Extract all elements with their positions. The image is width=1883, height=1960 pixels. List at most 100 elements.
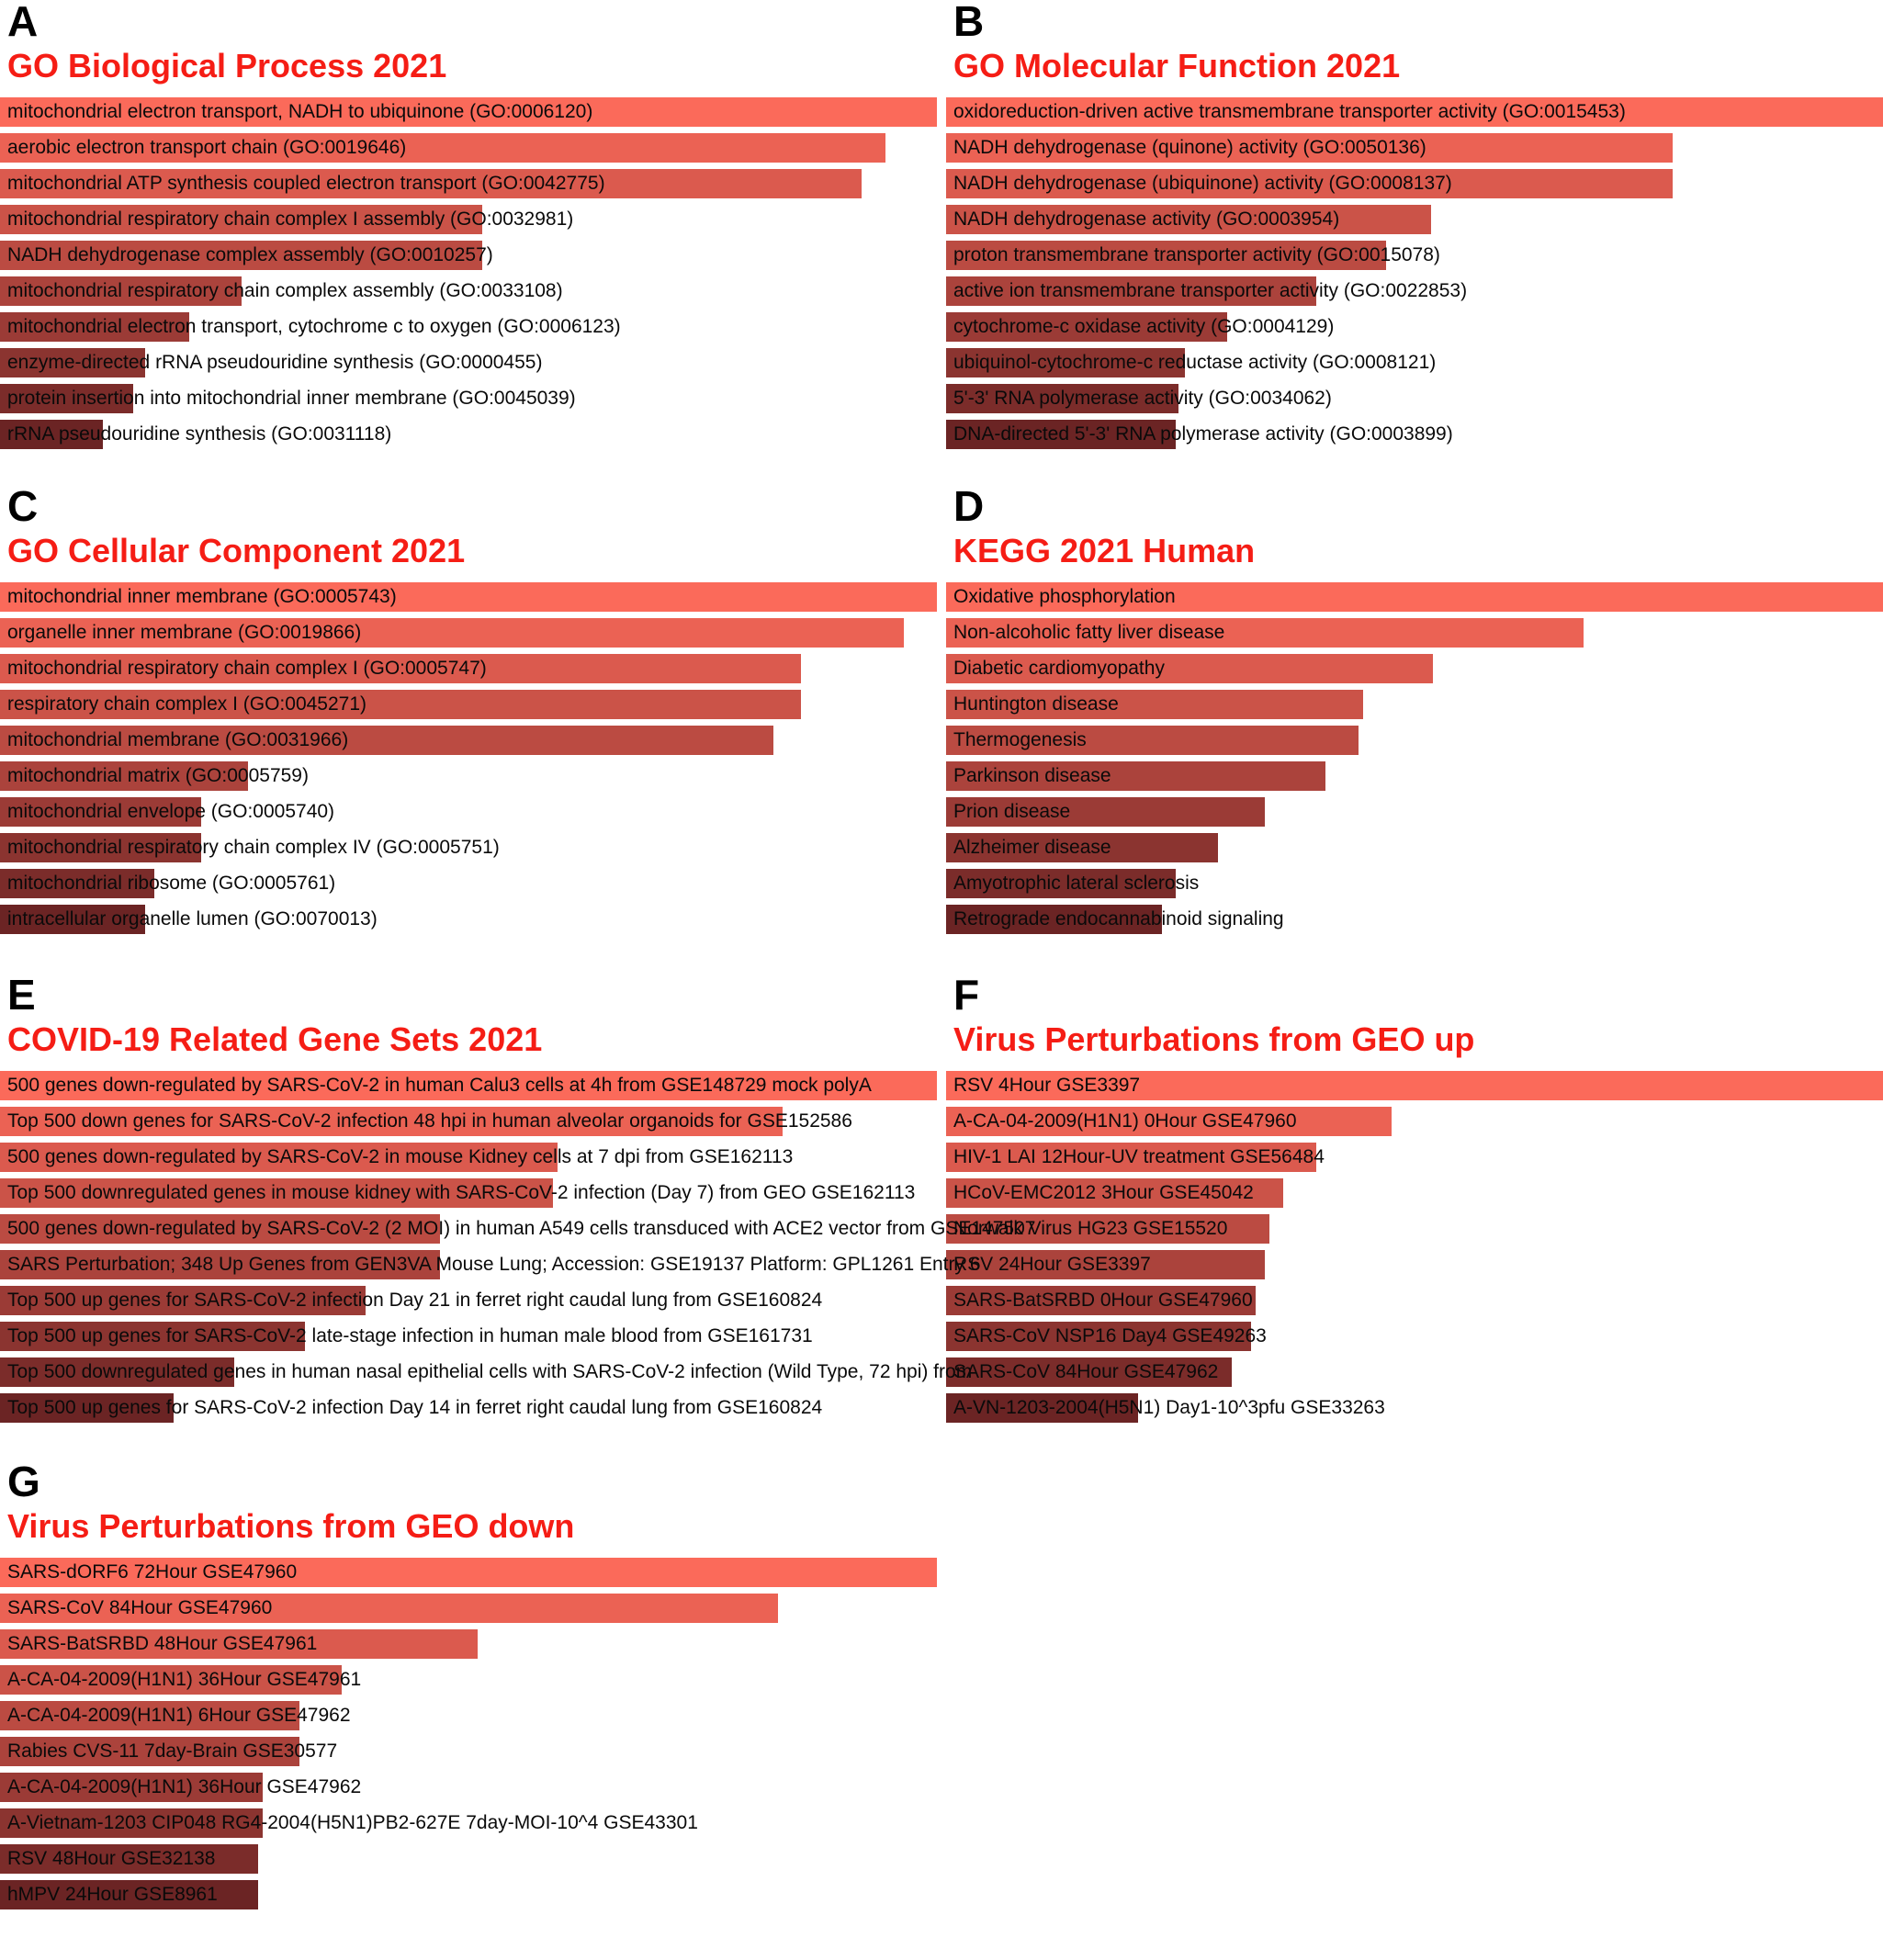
bar-row[interactable]: HCoV-EMC2012 3Hour GSE45042: [946, 1177, 1883, 1212]
bar-row[interactable]: Retrograde endocannabinoid signaling: [946, 903, 1883, 939]
bar-row[interactable]: A-CA-04-2009(H1N1) 6Hour GSE47962: [0, 1699, 937, 1735]
bar-label: oxidoreduction-driven active transmembra…: [953, 100, 1626, 122]
bar-row[interactable]: HIV-1 LAI 12Hour-UV treatment GSE56484: [946, 1141, 1883, 1177]
bar-row[interactable]: NADH dehydrogenase (ubiquinone) activity…: [946, 167, 1883, 203]
bar-label: Huntington disease: [953, 693, 1119, 715]
bar-label: Amyotrophic lateral sclerosis: [953, 872, 1200, 894]
bar-label: respiratory chain complex I (GO:0045271): [7, 693, 367, 715]
bar-row[interactable]: RSV 4Hour GSE3397: [946, 1069, 1883, 1105]
bar-label: A-CA-04-2009(H1N1) 0Hour GSE47960: [953, 1110, 1297, 1132]
bar-row[interactable]: mitochondrial membrane (GO:0031966): [0, 724, 937, 760]
bar-row[interactable]: Top 500 down genes for SARS-CoV-2 infect…: [0, 1105, 937, 1141]
bar-label: intracellular organelle lumen (GO:007001…: [7, 907, 378, 929]
bar-row[interactable]: mitochondrial inner membrane (GO:0005743…: [0, 580, 937, 616]
bar-row[interactable]: mitochondrial matrix (GO:0005759): [0, 760, 937, 795]
bar-label: 5'-3' RNA polymerase activity (GO:003406…: [953, 387, 1332, 409]
bar-row[interactable]: A-VN-1203-2004(H5N1) Day1-10^3pfu GSE332…: [946, 1391, 1883, 1427]
bar-row[interactable]: RSV 24Hour GSE3397: [946, 1248, 1883, 1284]
bar-row[interactable]: SARS-CoV 84Hour GSE47960: [0, 1592, 937, 1628]
bar-row[interactable]: Thermogenesis: [946, 724, 1883, 760]
bar-row[interactable]: 500 genes down-regulated by SARS-CoV-2 (…: [0, 1212, 1035, 1248]
bar-row[interactable]: rRNA pseudouridine synthesis (GO:0031118…: [0, 418, 937, 454]
bar-label: Prion disease: [953, 800, 1071, 822]
bar-row[interactable]: Top 500 up genes for SARS-CoV-2 infectio…: [0, 1284, 937, 1320]
panel-letter-c: C: [7, 482, 39, 530]
bar-row[interactable]: mitochondrial ATP synthesis coupled elec…: [0, 167, 937, 203]
bar-row[interactable]: SARS-BatSRBD 0Hour GSE47960: [946, 1284, 1883, 1320]
bar-row[interactable]: organelle inner membrane (GO:0019866): [0, 616, 937, 652]
panel-letter-g: G: [7, 1458, 40, 1505]
bar-row[interactable]: mitochondrial electron transport, cytoch…: [0, 310, 937, 346]
bar-label: A-CA-04-2009(H1N1) 6Hour GSE47962: [7, 1704, 351, 1726]
bar-row[interactable]: A-CA-04-2009(H1N1) 36Hour GSE47962: [0, 1771, 937, 1807]
bar-row[interactable]: Prion disease: [946, 795, 1883, 831]
bar-row[interactable]: Parkinson disease: [946, 760, 1883, 795]
bar-label: NADH dehydrogenase complex assembly (GO:…: [7, 243, 493, 265]
bar-row[interactable]: Top 500 up genes for SARS-CoV-2 infectio…: [0, 1391, 937, 1427]
bar-row[interactable]: aerobic electron transport chain (GO:001…: [0, 131, 937, 167]
bar-row[interactable]: RSV 48Hour GSE32138: [0, 1842, 937, 1878]
panel-letter-a: A: [7, 0, 39, 45]
bar-row[interactable]: NADH dehydrogenase complex assembly (GO:…: [0, 239, 937, 275]
bar-row[interactable]: cytochrome-c oxidase activity (GO:000412…: [946, 310, 1883, 346]
bar-row[interactable]: NADH dehydrogenase (quinone) activity (G…: [946, 131, 1883, 167]
panel-letter-d: D: [953, 482, 985, 530]
bar-row[interactable]: mitochondrial respiratory chain complex …: [0, 652, 937, 688]
bar-row[interactable]: Alzheimer disease: [946, 831, 1883, 867]
bar-row[interactable]: mitochondrial respiratory chain complex …: [0, 831, 937, 867]
bar-label: HCoV-EMC2012 3Hour GSE45042: [953, 1181, 1254, 1203]
bar-row[interactable]: hMPV 24Hour GSE8961: [0, 1878, 937, 1914]
bar-row[interactable]: NADH dehydrogenase activity (GO:0003954): [946, 203, 1883, 239]
bar-row[interactable]: mitochondrial electron transport, NADH t…: [0, 96, 937, 131]
bar-label: organelle inner membrane (GO:0019866): [7, 621, 362, 643]
bar-label: Retrograde endocannabinoid signaling: [953, 907, 1284, 929]
bar-row[interactable]: mitochondrial envelope (GO:0005740): [0, 795, 937, 831]
bar-row[interactable]: mitochondrial ribosome (GO:0005761): [0, 867, 937, 903]
bar-row[interactable]: oxidoreduction-driven active transmembra…: [946, 96, 1883, 131]
bar-row[interactable]: mitochondrial respiratory chain complex …: [0, 275, 937, 310]
bar-label: A-VN-1203-2004(H5N1) Day1-10^3pfu GSE332…: [953, 1396, 1385, 1418]
bar-chart-b: oxidoreduction-driven active transmembra…: [946, 96, 1883, 454]
bar-label: Top 500 down genes for SARS-CoV-2 infect…: [7, 1110, 852, 1132]
bar-row[interactable]: intracellular organelle lumen (GO:007001…: [0, 903, 937, 939]
bar-row[interactable]: Top 500 up genes for SARS-CoV-2 late-sta…: [0, 1320, 937, 1356]
bar-row[interactable]: Diabetic cardiomyopathy: [946, 652, 1883, 688]
bar-row[interactable]: respiratory chain complex I (GO:0045271): [0, 688, 937, 724]
bar-row[interactable]: 500 genes down-regulated by SARS-CoV-2 i…: [0, 1141, 937, 1177]
bar-label: protein insertion into mitochondrial inn…: [7, 387, 576, 409]
bar-row[interactable]: mitochondrial respiratory chain complex …: [0, 203, 937, 239]
bar-row[interactable]: protein insertion into mitochondrial inn…: [0, 382, 937, 418]
bar-row[interactable]: SARS Perturbation; 348 Up Genes from GEN…: [0, 1248, 981, 1284]
bar-label: NADH dehydrogenase (quinone) activity (G…: [953, 136, 1426, 158]
bar-label: RSV 4Hour GSE3397: [953, 1074, 1141, 1096]
bar-row[interactable]: SARS-dORF6 72Hour GSE47960: [0, 1556, 937, 1592]
bar-row[interactable]: A-CA-04-2009(H1N1) 0Hour GSE47960: [946, 1105, 1883, 1141]
bar-row[interactable]: 5'-3' RNA polymerase activity (GO:003406…: [946, 382, 1883, 418]
bar-row[interactable]: Top 500 downregulated genes in human nas…: [0, 1356, 972, 1391]
bar-row[interactable]: Rabies CVS-11 7day-Brain GSE30577: [0, 1735, 937, 1771]
bar-row[interactable]: Huntington disease: [946, 688, 1883, 724]
bar-label: cytochrome-c oxidase activity (GO:000412…: [953, 315, 1335, 337]
bar-row[interactable]: Norwalk Virus HG23 GSE15520: [946, 1212, 1883, 1248]
bar-label: proton transmembrane transporter activit…: [953, 243, 1440, 265]
bar-row[interactable]: A-CA-04-2009(H1N1) 36Hour GSE47961: [0, 1663, 937, 1699]
bar-label: Top 500 downregulated genes in mouse kid…: [7, 1181, 916, 1203]
bar-row[interactable]: ubiquinol-cytochrome-c reductase activit…: [946, 346, 1883, 382]
bar-row[interactable]: enzyme-directed rRNA pseudouridine synth…: [0, 346, 937, 382]
bar-row[interactable]: SARS-CoV 84Hour GSE47962: [946, 1356, 1883, 1391]
panel-e: E COVID-19 Related Gene Sets 2021 500 ge…: [0, 974, 1035, 1427]
bar-row[interactable]: 500 genes down-regulated by SARS-CoV-2 i…: [0, 1069, 937, 1105]
panel-c: C GO Cellular Component 2021 mitochondri…: [0, 485, 937, 939]
bar-row[interactable]: Top 500 downregulated genes in mouse kid…: [0, 1177, 937, 1212]
bar-row[interactable]: DNA-directed 5'-3' RNA polymerase activi…: [946, 418, 1883, 454]
bar-label: mitochondrial ATP synthesis coupled elec…: [7, 172, 605, 194]
bar-row[interactable]: Amyotrophic lateral sclerosis: [946, 867, 1883, 903]
bar-row[interactable]: proton transmembrane transporter activit…: [946, 239, 1883, 275]
bar-row[interactable]: SARS-CoV NSP16 Day4 GSE49263: [946, 1320, 1883, 1356]
bar-row[interactable]: SARS-BatSRBD 48Hour GSE47961: [0, 1628, 937, 1663]
bar-row[interactable]: Oxidative phosphorylation: [946, 580, 1883, 616]
bar-row[interactable]: active ion transmembrane transporter act…: [946, 275, 1883, 310]
bar-row[interactable]: A-Vietnam-1203 CIP048 RG4-2004(H5N1)PB2-…: [0, 1807, 937, 1842]
panel-g: G Virus Perturbations from GEO down SARS…: [0, 1460, 937, 1914]
bar-row[interactable]: Non-alcoholic fatty liver disease: [946, 616, 1883, 652]
